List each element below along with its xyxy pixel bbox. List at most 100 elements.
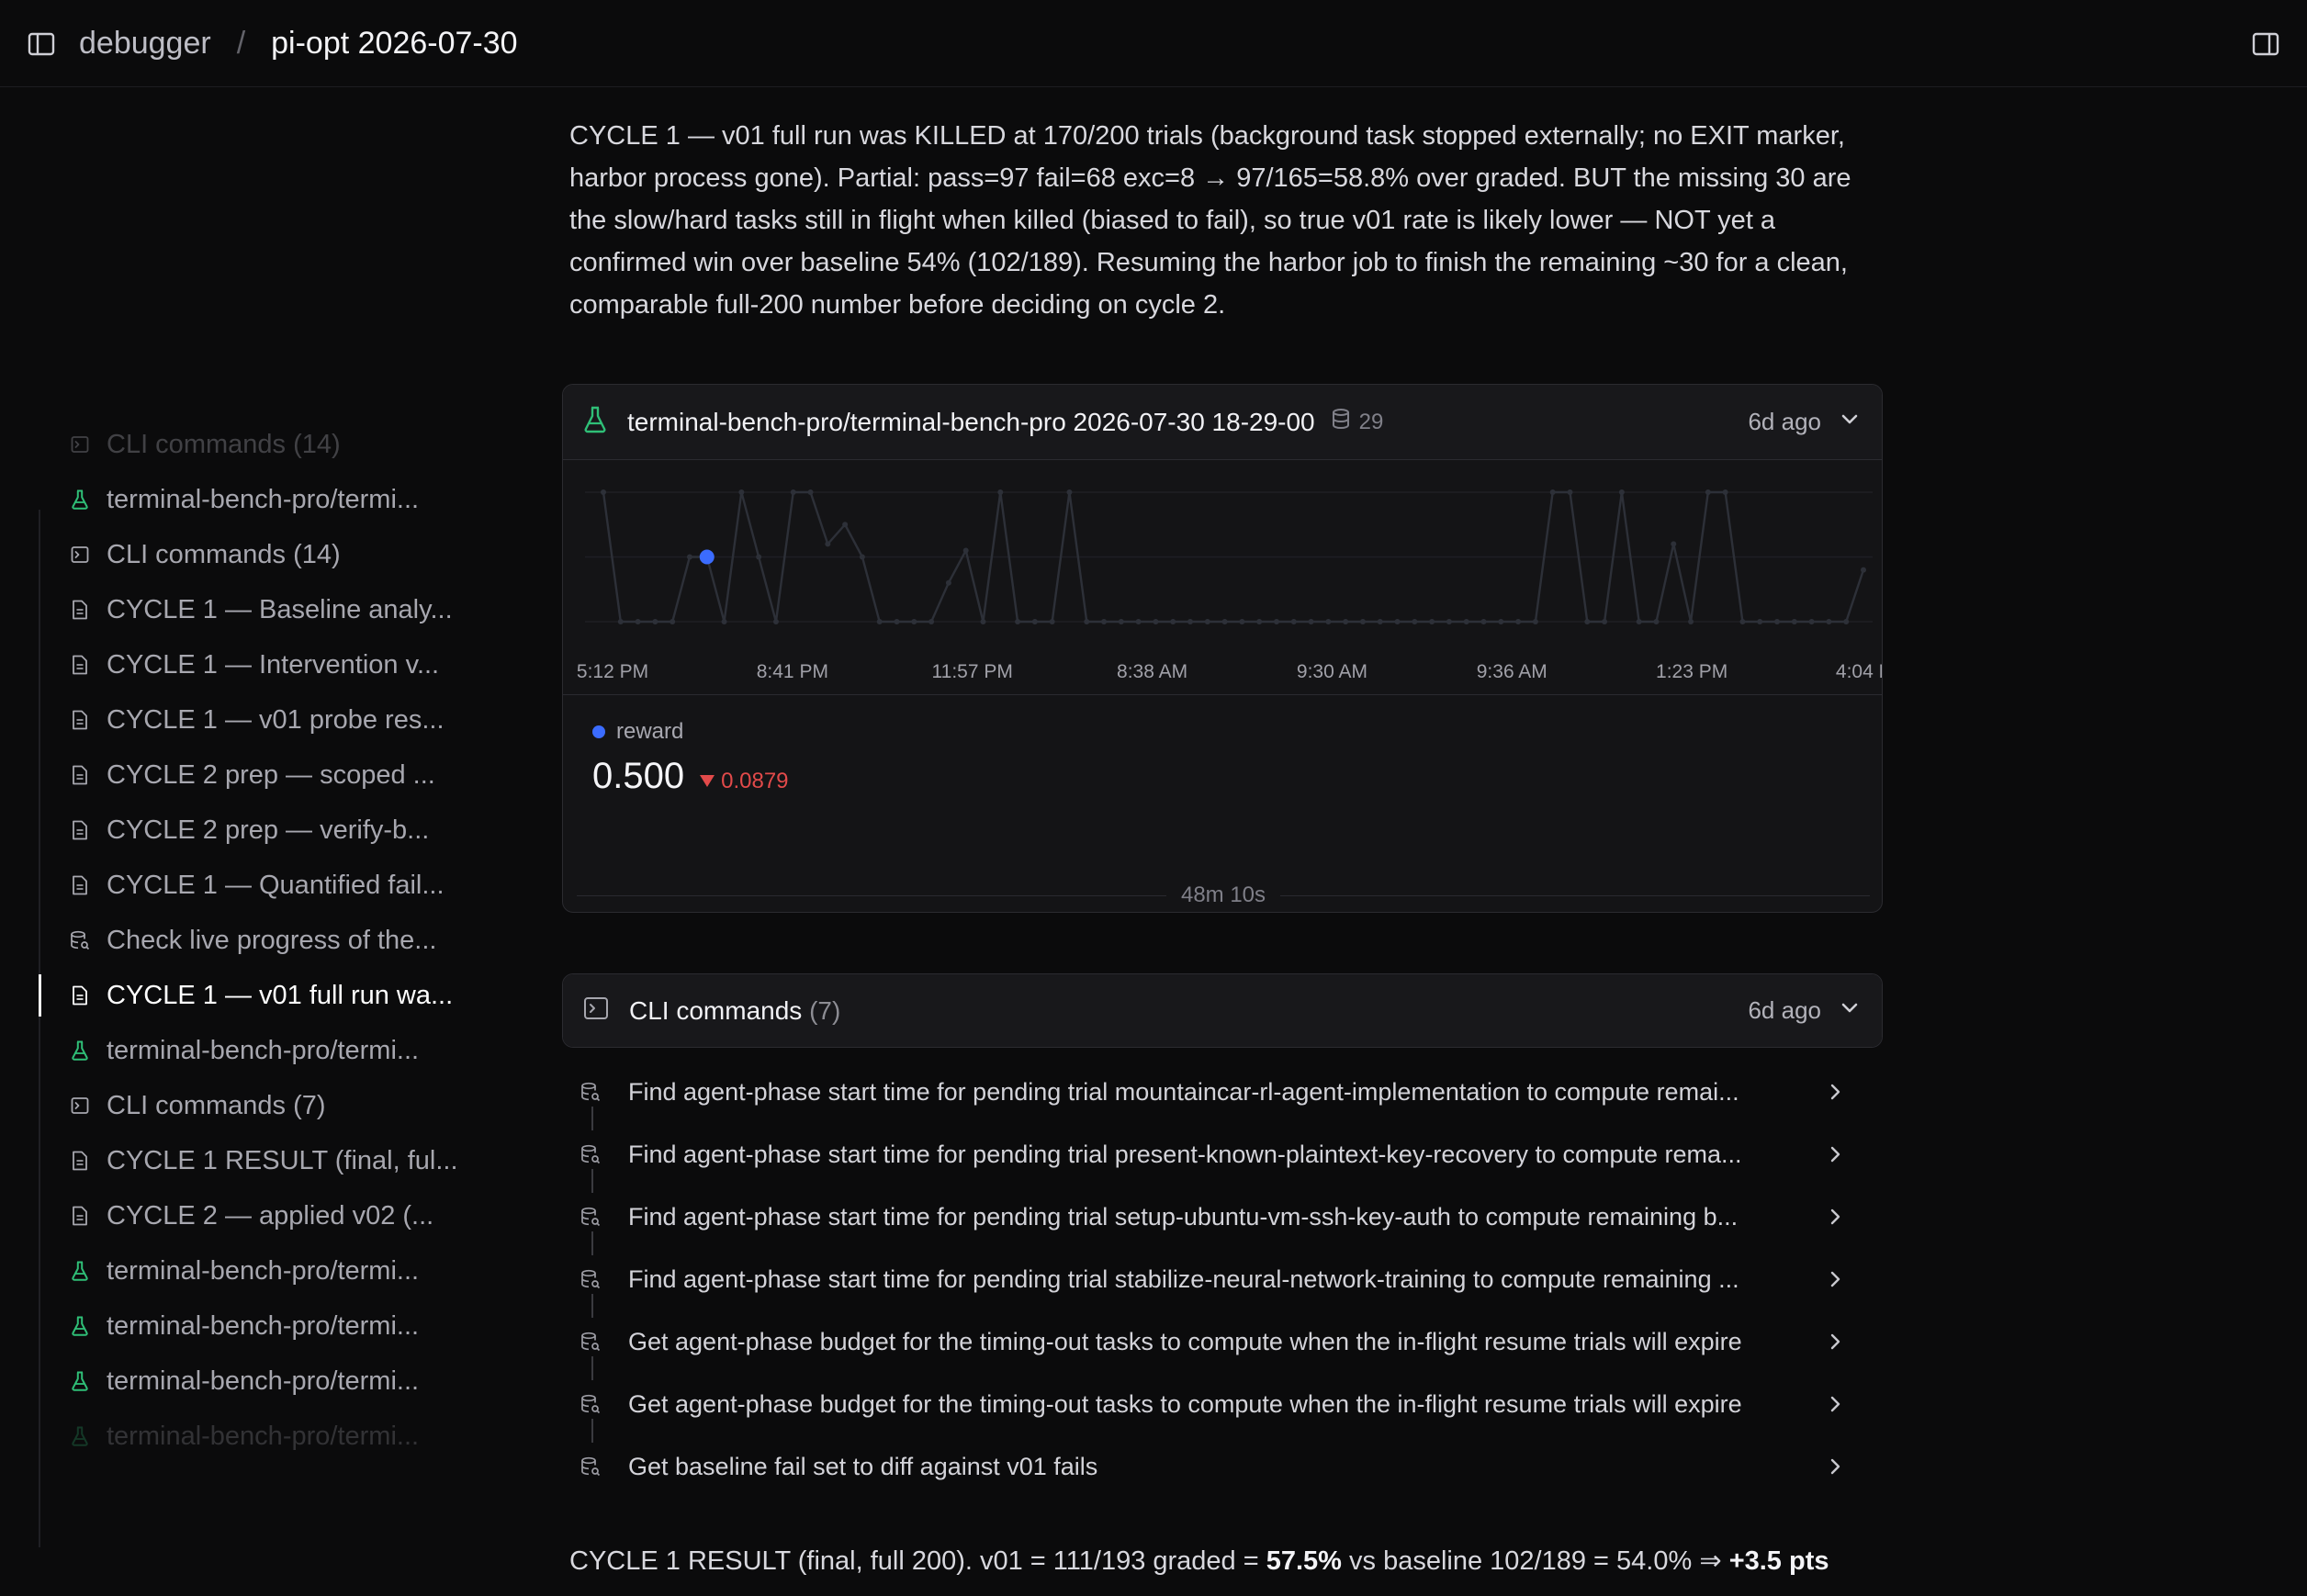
chart-point[interactable] xyxy=(1031,619,1038,624)
chart-point[interactable] xyxy=(1739,619,1746,624)
chart-point[interactable] xyxy=(1101,619,1108,624)
chart-highlight-point[interactable] xyxy=(699,549,715,565)
chart-point[interactable] xyxy=(1170,619,1176,624)
sidebar-item[interactable]: CYCLE 1 — v01 full run wa... xyxy=(39,969,516,1022)
chart-point[interactable] xyxy=(1757,619,1763,624)
chart-point[interactable] xyxy=(1343,619,1349,624)
chart-point[interactable] xyxy=(876,619,883,624)
command-item[interactable]: Get baseline fail set to diff against v0… xyxy=(560,1435,1881,1498)
sidebar-item[interactable]: CYCLE 2 prep — scoped ... xyxy=(39,748,516,802)
chart-point[interactable] xyxy=(738,489,745,495)
chart-point[interactable] xyxy=(635,619,641,624)
chart-point[interactable] xyxy=(1204,619,1210,624)
sidebar-item[interactable]: Check live progress of the... xyxy=(39,914,516,967)
chart-point[interactable] xyxy=(1515,619,1522,624)
chart-point[interactable] xyxy=(1480,619,1487,624)
chart-point[interactable] xyxy=(1377,619,1383,624)
cli-card-header[interactable]: CLI commands (7) 6d ago xyxy=(563,974,1882,1047)
chart-point[interactable] xyxy=(1584,619,1591,624)
chart-point[interactable] xyxy=(859,554,865,560)
chart-point[interactable] xyxy=(1671,541,1677,547)
chart-point[interactable] xyxy=(1463,619,1469,624)
chart-point[interactable] xyxy=(962,547,969,554)
command-item[interactable]: Find agent-phase start time for pending … xyxy=(560,1123,1881,1193)
chart-point[interactable] xyxy=(1705,489,1711,495)
reward-chart[interactable]: 5:12 PM 8:41 PM 11:57 PM 8:38 AM 9:30 AM 9:36… xyxy=(563,460,1882,694)
command-item[interactable]: Get agent-phase budget for the timing-ou… xyxy=(560,1373,1881,1443)
sidebar-item[interactable]: CYCLE 2 prep — verify-b... xyxy=(39,804,516,857)
chart-point[interactable] xyxy=(807,489,814,495)
chart-point[interactable] xyxy=(1636,619,1642,624)
chart-point[interactable] xyxy=(601,489,606,495)
chart-point[interactable] xyxy=(1325,619,1332,624)
sidebar-item[interactable]: CLI commands (14) xyxy=(39,418,516,471)
chart-point[interactable] xyxy=(790,489,796,495)
chevron-down-icon[interactable] xyxy=(1838,408,1862,436)
chart-point[interactable] xyxy=(997,489,1004,495)
cli-commands-card[interactable]: CLI commands (7) 6d ago xyxy=(562,973,1883,1048)
toggle-sidebar-icon[interactable] xyxy=(26,28,57,60)
chevron-down-icon[interactable] xyxy=(1838,996,1862,1025)
chart-point[interactable] xyxy=(1549,489,1556,495)
chart-point[interactable] xyxy=(1567,489,1573,495)
sidebar-item[interactable]: CYCLE 1 — v01 probe res... xyxy=(39,693,516,747)
breadcrumb-root[interactable]: debugger xyxy=(79,26,211,62)
command-item[interactable]: Find agent-phase start time for pending … xyxy=(560,1061,1881,1130)
chart-point[interactable] xyxy=(1308,619,1314,624)
chart-point[interactable] xyxy=(825,541,831,547)
chart-point[interactable] xyxy=(1290,619,1297,624)
chart-point[interactable] xyxy=(980,619,986,624)
chevron-right-icon[interactable] xyxy=(1822,1144,1848,1164)
chart-point[interactable] xyxy=(652,619,658,624)
chart-point[interactable] xyxy=(772,619,779,624)
sidebar-item[interactable]: terminal-bench-pro/termi... xyxy=(39,473,516,526)
sidebar-item[interactable]: CYCLE 1 RESULT (final, ful... xyxy=(39,1134,516,1187)
chart-point[interactable] xyxy=(928,619,935,624)
chart-point[interactable] xyxy=(842,522,849,528)
chart-point[interactable] xyxy=(1256,619,1263,624)
chart-point[interactable] xyxy=(1429,619,1435,624)
chevron-right-icon[interactable] xyxy=(1822,1082,1848,1102)
chevron-right-icon[interactable] xyxy=(1822,1269,1848,1289)
command-item[interactable]: Get agent-phase budget for the timing-ou… xyxy=(560,1310,1881,1380)
toggle-right-panel-icon[interactable] xyxy=(2250,28,2281,60)
chart-point[interactable] xyxy=(1843,619,1850,624)
sidebar-item[interactable]: CYCLE 1 — Baseline analy... xyxy=(39,583,516,636)
sidebar-item[interactable]: terminal-bench-pro/termi... xyxy=(39,1244,516,1298)
sidebar-item[interactable]: terminal-bench-pro/termi... xyxy=(39,1024,516,1077)
chart-point[interactable] xyxy=(911,619,917,624)
chart-point[interactable] xyxy=(1118,619,1124,624)
chart-point[interactable] xyxy=(1722,489,1728,495)
chart-point[interactable] xyxy=(1774,619,1781,624)
chart-point[interactable] xyxy=(1359,619,1366,624)
chart-point[interactable] xyxy=(1084,619,1090,624)
sidebar-item[interactable]: CYCLE 1 — Quantified fail... xyxy=(39,859,516,912)
sidebar-item[interactable]: terminal-bench-pro/termi... xyxy=(39,1354,516,1408)
chart-point[interactable] xyxy=(1066,489,1073,495)
chart-point[interactable] xyxy=(1618,489,1625,495)
chart-point[interactable] xyxy=(1394,619,1401,624)
chart-point[interactable] xyxy=(686,554,692,560)
chart-point[interactable] xyxy=(1653,619,1660,624)
chevron-right-icon[interactable] xyxy=(1822,1456,1848,1477)
chart-point[interactable] xyxy=(617,619,624,624)
chart-point[interactable] xyxy=(945,579,951,586)
chart-point[interactable] xyxy=(670,619,676,624)
chart-point[interactable] xyxy=(1049,619,1055,624)
sidebar-item[interactable]: terminal-bench-pro/termi... xyxy=(39,1410,516,1463)
chevron-right-icon[interactable] xyxy=(1822,1207,1848,1227)
sidebar-item[interactable]: terminal-bench-pro/termi... xyxy=(39,1299,516,1353)
chart-point[interactable] xyxy=(1187,619,1194,624)
chart-point[interactable] xyxy=(1808,619,1815,624)
chart-point[interactable] xyxy=(1412,619,1418,624)
chart-point[interactable] xyxy=(1015,619,1021,624)
command-item[interactable]: Find agent-phase start time for pending … xyxy=(560,1248,1881,1318)
chart-point[interactable] xyxy=(1602,619,1608,624)
chevron-right-icon[interactable] xyxy=(1822,1332,1848,1352)
sidebar-item[interactable]: CLI commands (14) xyxy=(39,528,516,581)
sidebar-item[interactable]: CLI commands (7) xyxy=(39,1079,516,1132)
chevron-right-icon[interactable] xyxy=(1822,1394,1848,1414)
chart-point[interactable] xyxy=(1532,619,1538,624)
chart-point[interactable] xyxy=(1135,619,1142,624)
chart-point[interactable] xyxy=(1153,619,1159,624)
